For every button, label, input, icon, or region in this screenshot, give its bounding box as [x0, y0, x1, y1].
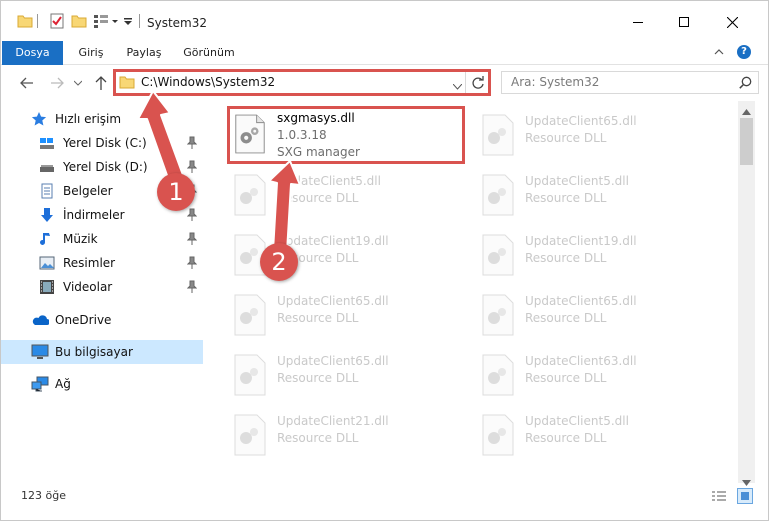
scroll-up-icon[interactable]: [742, 104, 751, 118]
step-2-badge: 2: [260, 243, 298, 281]
item-count: 123 öğe: [21, 489, 66, 502]
tutorial-arrows: [137, 90, 301, 253]
arrow-2: [268, 160, 301, 253]
step-1-badge: 1: [157, 173, 195, 211]
explorer-window: System32 Dosya Giriş Paylaş Görünüm ? C:…: [0, 0, 769, 521]
scrollbar-thumb[interactable]: [740, 118, 753, 165]
arrow-1: [137, 90, 184, 182]
details-view-icon[interactable]: [711, 490, 727, 505]
large-icons-view-icon[interactable]: [737, 488, 753, 504]
status-bar: [1, 485, 768, 507]
